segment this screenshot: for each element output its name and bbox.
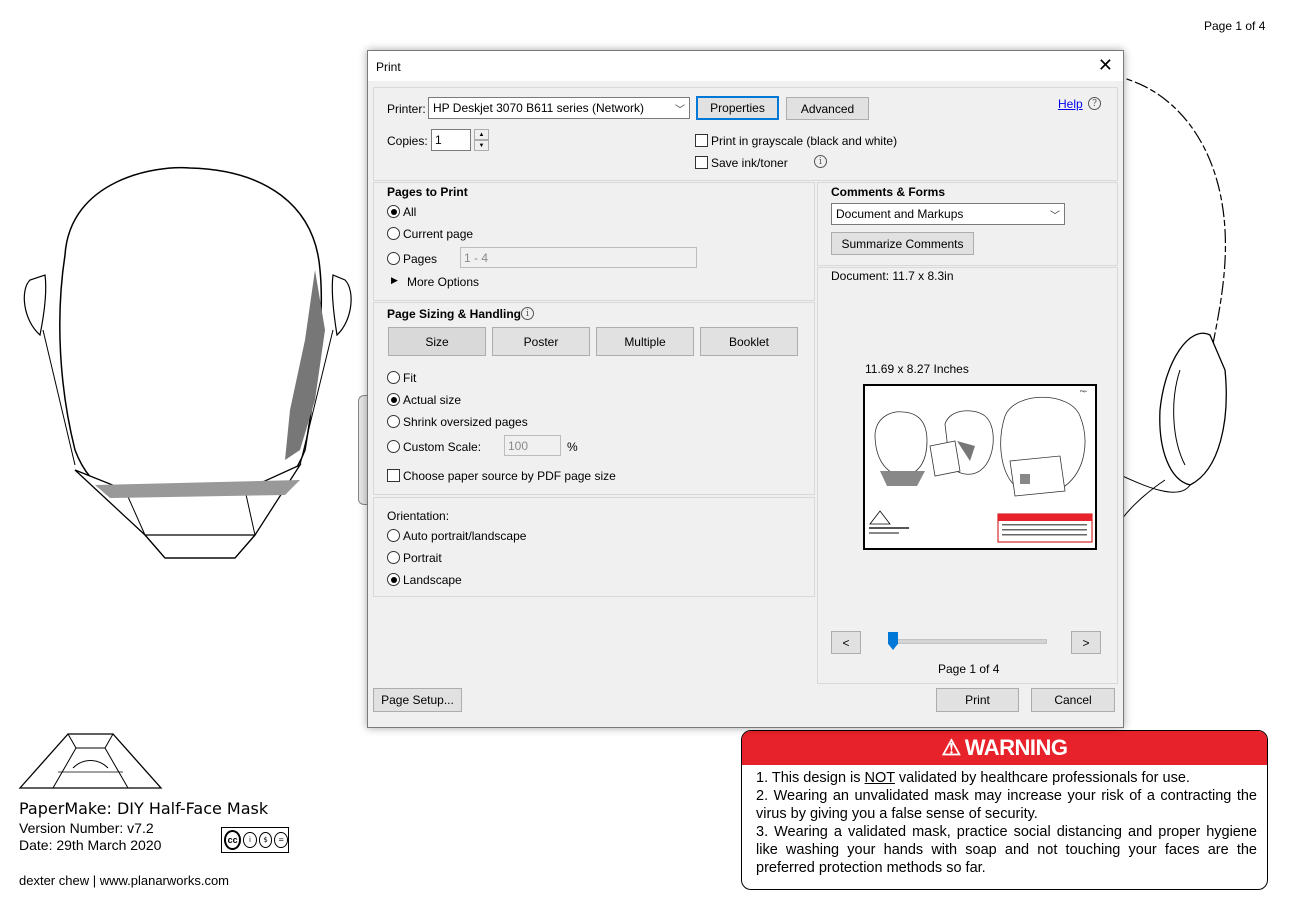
fit-radio[interactable]: [387, 371, 400, 384]
help-link[interactable]: Help: [1058, 97, 1083, 111]
copies-label: Copies:: [387, 134, 428, 148]
grayscale-label: Print in grayscale (black and white): [711, 134, 898, 148]
footer-date: Date: 29th March 2020: [19, 837, 162, 853]
shrink-label: Shrink oversized pages: [403, 415, 528, 429]
all-pages-label: All: [403, 205, 417, 219]
close-icon[interactable]: ✕: [1098, 55, 1113, 76]
comments-forms-heading: Comments & Forms: [831, 185, 946, 199]
expand-triangle-icon[interactable]: ▶: [391, 275, 398, 286]
warning-item-2: 2. Wearing an unvalidated mask may incre…: [756, 788, 1257, 822]
current-page-label: Current page: [403, 227, 474, 241]
save-ink-info-icon[interactable]: i: [814, 155, 827, 168]
printer-select-value: HP Deskjet 3070 B611 series (Network): [433, 101, 644, 115]
grayscale-checkbox[interactable]: [695, 134, 708, 147]
svg-text:Page: Page: [1080, 389, 1087, 393]
dialog-titlebar: Print ✕: [368, 51, 1123, 81]
summarize-comments-button[interactable]: Summarize Comments: [831, 232, 974, 255]
head-front-drawing: [23, 166, 352, 559]
fit-label: Fit: [403, 371, 417, 385]
save-ink-checkbox[interactable]: [695, 156, 708, 169]
custom-scale-label: Custom Scale:: [403, 440, 482, 454]
booklet-button[interactable]: Booklet: [700, 327, 798, 356]
preview-thumbnail-drawing: Page: [869, 389, 1093, 543]
pages-range-radio[interactable]: [387, 252, 400, 265]
warning-item-1-emphasis: NOT: [864, 770, 895, 786]
mask-logo-icon: [18, 733, 163, 789]
warning-item-1: 1. This design is NOT validated by healt…: [756, 769, 1257, 787]
cancel-button[interactable]: Cancel: [1031, 688, 1115, 712]
head-side-drawing: [1110, 74, 1227, 531]
footer-title: PaperMake: DIY Half-Face Mask: [19, 799, 269, 818]
portrait-label: Portrait: [403, 551, 442, 565]
warning-item-1-pre: 1. This design is: [756, 770, 865, 786]
footer-version: Version Number: v7.2: [19, 820, 154, 836]
landscape-radio[interactable]: [387, 573, 400, 586]
warning-body: 1. This design is NOT validated by healt…: [742, 765, 1267, 877]
help-question-icon[interactable]: ?: [1088, 97, 1101, 110]
copies-up-icon[interactable]: ▲: [474, 129, 489, 140]
warning-item-1-post: validated by healthcare professionals fo…: [894, 770, 1190, 786]
next-page-button[interactable]: >: [1071, 631, 1101, 654]
portrait-radio[interactable]: [387, 551, 400, 564]
pages-range-input[interactable]: 1 - 4: [460, 247, 697, 268]
copies-down-icon[interactable]: ▼: [474, 140, 489, 151]
paper-source-checkbox[interactable]: [387, 469, 400, 482]
page-setup-button[interactable]: Page Setup...: [373, 688, 462, 712]
pages-to-print-heading: Pages to Print: [387, 185, 468, 199]
landscape-label: Landscape: [403, 573, 462, 587]
printer-select[interactable]: HP Deskjet 3070 B611 series (Network) ﹀: [428, 97, 690, 119]
actual-size-label: Actual size: [403, 393, 462, 407]
prev-page-button[interactable]: <: [831, 631, 861, 654]
page-sizing-info-icon[interactable]: i: [521, 307, 534, 320]
pages-range-label: Pages: [403, 252, 438, 266]
footer-credit: dexter chew | www.planarworks.com: [19, 873, 230, 888]
warning-item-3: 3. Wearing a validated mask, practice so…: [756, 824, 1257, 876]
page-sizing-heading: Page Sizing & Handling: [387, 307, 522, 321]
page-indicator: Page 1 of 4: [938, 662, 1000, 676]
shrink-radio[interactable]: [387, 415, 400, 428]
size-button[interactable]: Size: [388, 327, 486, 356]
actual-size-radio[interactable]: [387, 393, 400, 406]
warning-header: ⚠ WARNING: [742, 731, 1267, 765]
warning-box: ⚠ WARNING 1. This design is NOT validate…: [741, 730, 1268, 890]
poster-button[interactable]: Poster: [492, 327, 590, 356]
all-pages-radio[interactable]: [387, 205, 400, 218]
save-ink-label: Save ink/toner: [711, 156, 788, 170]
auto-orientation-radio[interactable]: [387, 529, 400, 542]
page-preview: Page: [863, 384, 1097, 550]
paper-source-label: Choose paper source by PDF page size: [403, 469, 616, 483]
cc-by-nc-nd-icon: cc i $ =: [221, 827, 289, 853]
dialog-title: Print: [376, 60, 401, 74]
custom-scale-radio[interactable]: [387, 440, 400, 453]
more-options-toggle[interactable]: More Options: [407, 275, 479, 289]
current-page-radio[interactable]: [387, 227, 400, 240]
multiple-button[interactable]: Multiple: [596, 327, 694, 356]
comments-forms-select[interactable]: Document and Markups ﹀: [831, 203, 1065, 225]
auto-orientation-label: Auto portrait/landscape: [403, 529, 527, 543]
chevron-down-icon: ﹀: [675, 105, 685, 116]
chevron-down-icon: ﹀: [1050, 211, 1060, 222]
custom-scale-input[interactable]: 100: [504, 435, 561, 456]
page-slider-track[interactable]: [893, 639, 1047, 644]
preview-size-label: 11.69 x 8.27 Inches: [865, 362, 969, 376]
print-dialog: Print ✕ Printer: HP Deskjet 3070 B611 se…: [367, 50, 1124, 728]
percent-label: %: [567, 440, 578, 454]
document-size-label: Document: 11.7 x 8.3in: [831, 269, 954, 283]
properties-button[interactable]: Properties: [696, 96, 779, 120]
background-page-label: Page 1 of 4: [1204, 19, 1266, 33]
comments-forms-value: Document and Markups: [836, 207, 964, 221]
copies-input[interactable]: 1: [431, 129, 471, 151]
advanced-button[interactable]: Advanced: [786, 97, 869, 120]
print-button[interactable]: Print: [936, 688, 1019, 712]
orientation-heading: Orientation:: [387, 509, 450, 523]
printer-label: Printer:: [387, 102, 426, 116]
warning-triangle-icon: ⚠: [941, 735, 961, 760]
warning-heading: WARNING: [964, 735, 1068, 760]
